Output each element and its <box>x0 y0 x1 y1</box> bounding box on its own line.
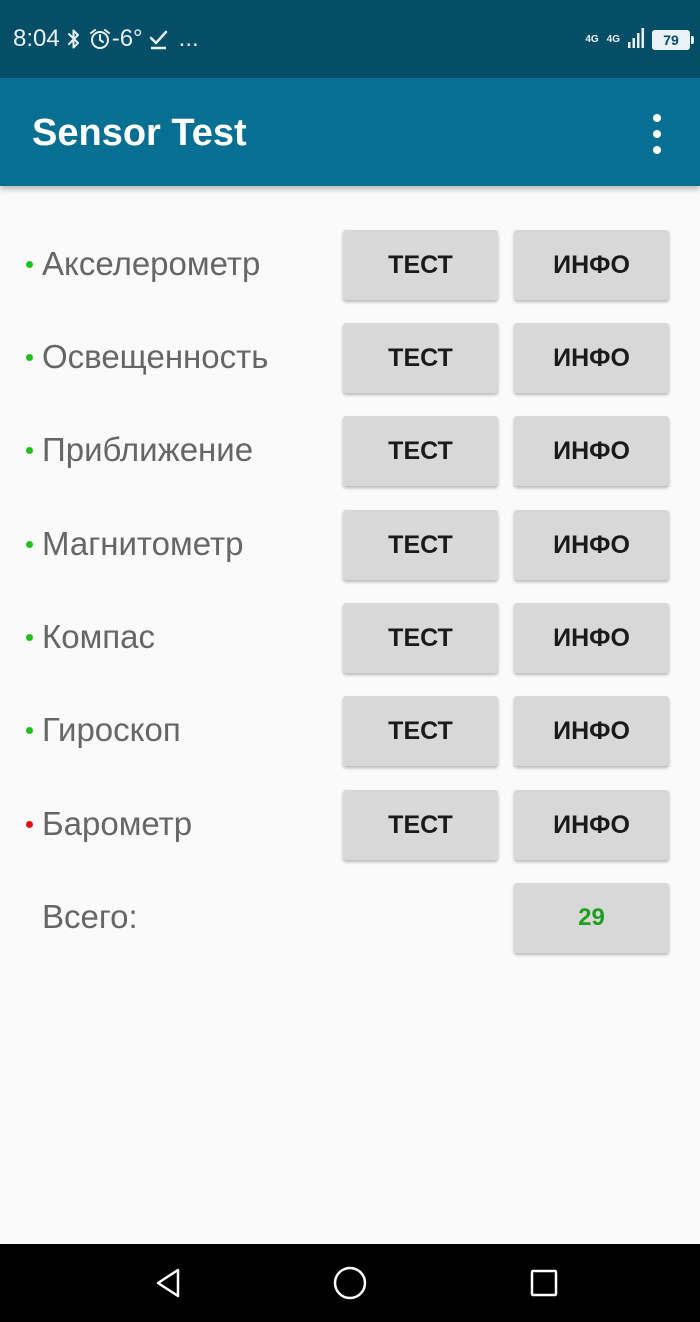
battery-level: 79 <box>663 32 679 48</box>
total-count-button[interactable]: 29 <box>514 883 669 953</box>
sensor-name: Магнитометр <box>42 525 244 562</box>
recents-icon[interactable] <box>524 1263 564 1303</box>
signal-icon <box>628 27 644 53</box>
sensor-row-magnetometer: Магнитометр ТЕСТ ИНФО <box>0 510 700 582</box>
test-button[interactable]: ТЕСТ <box>343 416 498 486</box>
sensor-name: Гироскоп <box>42 711 181 748</box>
status-left: 8:04 -6° ... <box>13 24 199 54</box>
info-button[interactable]: ИНФО <box>514 696 669 766</box>
sensor-name: Барометр <box>42 805 193 842</box>
status-temperature: -6° <box>111 25 143 52</box>
sensor-name: Компас <box>42 618 155 655</box>
sensor-row-proximity: Приближение ТЕСТ ИНФО <box>0 416 700 488</box>
sensor-row-barometer: Барометр ТЕСТ ИНФО <box>0 790 700 862</box>
test-button[interactable]: ТЕСТ <box>343 510 498 580</box>
home-icon[interactable] <box>330 1263 370 1303</box>
sensor-name: Приближение <box>42 431 254 468</box>
status-dot-icon <box>26 821 33 828</box>
info-button[interactable]: ИНФО <box>514 230 669 300</box>
info-button[interactable]: ИНФО <box>514 790 669 860</box>
check-icon <box>149 27 169 51</box>
overflow-menu-icon[interactable] <box>642 114 672 154</box>
network-label-2: 4G <box>606 34 620 45</box>
test-button[interactable]: ТЕСТ <box>343 323 498 393</box>
total-row: Всего: 29 <box>0 883 700 955</box>
back-icon[interactable] <box>148 1263 188 1303</box>
bluetooth-icon <box>66 27 82 51</box>
info-button[interactable]: ИНФО <box>514 323 669 393</box>
app-bar: Sensor Test <box>0 78 700 186</box>
app-title: Sensor Test <box>32 112 247 154</box>
status-dot-icon <box>26 354 33 361</box>
status-dot-icon <box>26 447 33 454</box>
info-button[interactable]: ИНФО <box>514 603 669 673</box>
status-dot-icon <box>26 541 33 548</box>
status-more: ... <box>178 25 199 52</box>
alarm-icon <box>88 27 112 51</box>
sensor-row-compass: Компас ТЕСТ ИНФО <box>0 603 700 675</box>
status-time: 8:04 <box>13 25 60 52</box>
test-button[interactable]: ТЕСТ <box>343 696 498 766</box>
network-label-1: 4G <box>585 34 599 45</box>
sensor-row-accelerometer: Акселерометр ТЕСТ ИНФО <box>0 230 700 302</box>
navigation-bar <box>0 1244 700 1322</box>
sensor-row-gyroscope: Гироскоп ТЕСТ ИНФО <box>0 696 700 768</box>
test-button[interactable]: ТЕСТ <box>343 230 498 300</box>
status-right: 4G 4G 79 <box>585 27 694 53</box>
total-label: Всего: <box>42 898 138 935</box>
status-dot-icon <box>26 727 33 734</box>
status-bar: 8:04 -6° ... 4G 4G 79 <box>0 0 700 78</box>
sensor-name: Акселерометр <box>42 245 261 282</box>
sensor-name: Освещенность <box>42 338 269 375</box>
status-dot-icon <box>26 634 33 641</box>
status-dot-icon <box>26 261 33 268</box>
battery-icon: 79 <box>652 30 694 50</box>
info-button[interactable]: ИНФО <box>514 510 669 580</box>
sensor-row-light: Освещенность ТЕСТ ИНФО <box>0 323 700 395</box>
sensor-list: Акселерометр ТЕСТ ИНФО Освещенность ТЕСТ… <box>0 186 700 1244</box>
info-button[interactable]: ИНФО <box>514 416 669 486</box>
test-button[interactable]: ТЕСТ <box>343 603 498 673</box>
test-button[interactable]: ТЕСТ <box>343 790 498 860</box>
